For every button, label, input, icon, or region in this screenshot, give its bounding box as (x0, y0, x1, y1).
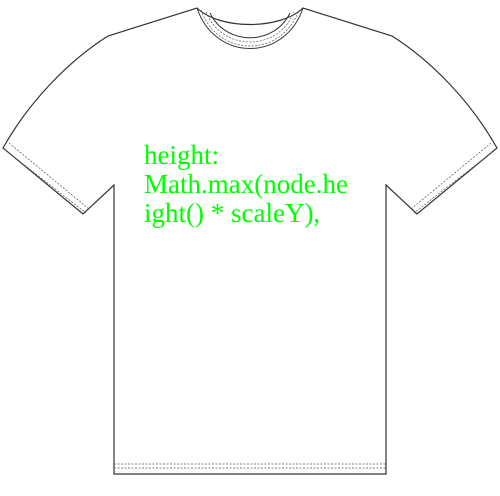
print-line-3: ight() * scaleY), (144, 198, 321, 228)
tshirt-mockup: height: Math.max(node.he ight() * scaleY… (0, 0, 500, 496)
shirt-print-text: height: Math.max(node.he ight() * scaleY… (144, 141, 358, 281)
print-line-2: Math.max(node.he (144, 169, 348, 199)
print-line-1: height: (144, 141, 219, 170)
